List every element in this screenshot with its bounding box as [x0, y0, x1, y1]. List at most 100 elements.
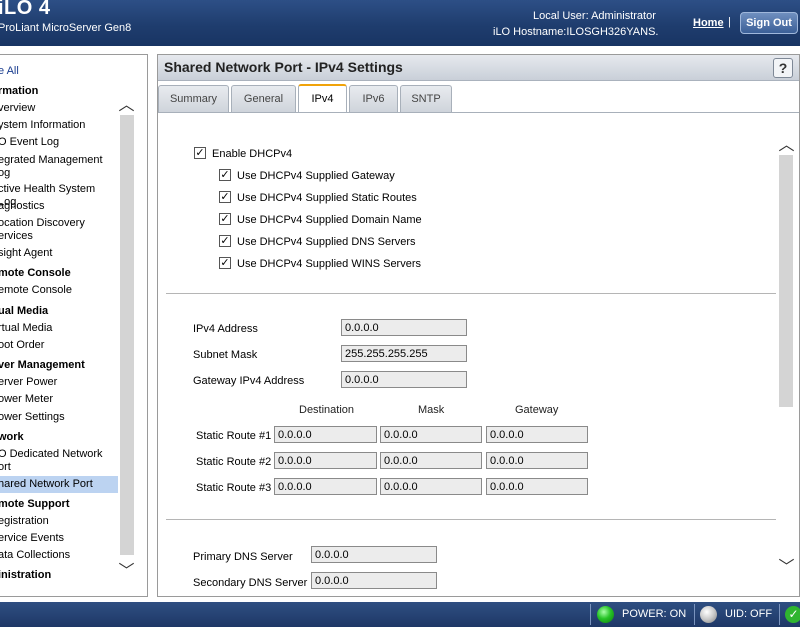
column-header-destination: Destination — [299, 404, 355, 416]
uid-status-icon[interactable] — [700, 606, 717, 623]
header-separator: | — [728, 16, 731, 28]
dhcp-domain-name-label: Use DHCPv4 Supplied Domain Name — [237, 214, 422, 226]
nav-group-power-management[interactable]: ver Management — [0, 359, 85, 371]
sidebar-item-integrated-management-log[interactable]: egrated Management og — [0, 154, 116, 180]
sidebar-item-virtual-media[interactable]: rtual Media — [0, 322, 116, 335]
static-route-3-mask[interactable] — [380, 478, 482, 495]
sign-out-button[interactable]: Sign Out — [740, 12, 798, 34]
status-divider — [779, 604, 780, 625]
gateway-address-input[interactable] — [341, 371, 467, 388]
static-route-3-destination[interactable] — [274, 478, 377, 495]
sidebar-item-diagnostics[interactable]: agnostics — [0, 200, 116, 213]
content-scrollbar[interactable]: ︿ ﹀ — [778, 125, 795, 580]
uid-status-text: UID: OFF — [725, 608, 773, 620]
nav-group-virtual-media[interactable]: ual Media — [0, 305, 48, 317]
static-route-2-destination[interactable] — [274, 452, 377, 469]
tab-bar: Summary General IPv4 IPv6 SNTP — [158, 84, 799, 113]
checkbox-dhcp-domain-name[interactable]: ✓ — [219, 213, 231, 226]
tab-ipv6[interactable]: IPv6 — [349, 85, 398, 112]
tab-general[interactable]: General — [231, 85, 296, 112]
nav-group-information[interactable]: rmation — [0, 85, 38, 97]
health-check-icon[interactable]: ✓ — [785, 606, 800, 623]
section-divider-dns — [166, 519, 776, 520]
sidebar-item-power-settings[interactable]: ower Settings — [0, 411, 116, 424]
ipv4-address-label: IPv4 Address — [193, 323, 258, 335]
navigation-sidebar: e All rmation verview ystem Information … — [0, 54, 148, 597]
sidebar-item-ilo-event-log[interactable]: O Event Log — [0, 136, 116, 149]
dhcp-static-routes-option[interactable]: ✓ Use DHCPv4 Supplied Static Routes — [219, 191, 417, 205]
static-route-1-destination[interactable] — [274, 426, 377, 443]
dhcp-wins-servers-option[interactable]: ✓ Use DHCPv4 Supplied WINS Servers — [219, 257, 421, 271]
primary-dns-input[interactable] — [311, 546, 437, 563]
scroll-up-icon[interactable]: ︿ — [118, 91, 135, 115]
static-route-3-gateway[interactable] — [486, 478, 588, 495]
sidebar-item-service-events[interactable]: ervice Events — [0, 532, 116, 545]
sidebar-item-overview[interactable]: verview — [0, 102, 116, 115]
primary-dns-label: Primary DNS Server — [193, 551, 293, 563]
status-bar: POWER: ON UID: OFF ✓ — [0, 602, 800, 627]
expand-all-link[interactable]: e All — [0, 65, 19, 77]
product-name: iLO 4 — [0, 0, 51, 19]
ipv4-form: ✓ Enable DHCPv4 ✓ Use DHCPv4 Supplied Gate… — [158, 113, 778, 596]
tab-sntp[interactable]: SNTP — [400, 85, 452, 112]
sidebar-item-power-meter[interactable]: ower Meter — [0, 393, 116, 406]
panel-titlebar: Shared Network Port - IPv4 Settings ? — [158, 55, 799, 81]
tab-ipv4[interactable]: IPv4 — [298, 84, 347, 113]
nav-group-administration[interactable]: inistration — [0, 569, 51, 581]
sidebar-scrollbar[interactable]: ︿ ﹀ — [118, 91, 135, 581]
scroll-up-icon[interactable]: ︿ — [778, 131, 795, 155]
status-divider — [590, 604, 591, 625]
static-route-1-mask[interactable] — [380, 426, 482, 443]
sidebar-item-location-discovery[interactable]: ocation Discovery ervices — [0, 217, 116, 243]
sidebar-item-ilo-dedicated-network-port[interactable]: O Dedicated Network ort — [0, 448, 116, 474]
static-route-1-gateway[interactable] — [486, 426, 588, 443]
status-divider — [694, 604, 695, 625]
ipv4-address-input[interactable] — [341, 319, 467, 336]
dhcp-domain-name-option[interactable]: ✓ Use DHCPv4 Supplied Domain Name — [219, 213, 422, 227]
checkbox-dhcp-dns-servers[interactable]: ✓ — [219, 235, 231, 248]
column-header-mask: Mask — [418, 404, 445, 416]
nav-group-remote-console[interactable]: mote Console — [0, 267, 71, 279]
header-bar: iLO 4 ProLiant MicroServer Gen8 Local Us… — [0, 0, 800, 46]
scroll-down-icon[interactable]: ﹀ — [778, 553, 795, 577]
server-model: ProLiant MicroServer Gen8 — [0, 22, 132, 34]
subnet-mask-label: Subnet Mask — [193, 349, 258, 361]
home-link[interactable]: Home — [693, 17, 724, 29]
content-scroll-thumb[interactable] — [779, 155, 793, 407]
header-gap — [0, 46, 800, 54]
sidebar-item-insight-agent[interactable]: sight Agent — [0, 247, 116, 260]
static-route-2-gateway[interactable] — [486, 452, 588, 469]
ilo-hostname: iLO Hostname:ILOSGH326YANS. — [493, 26, 659, 38]
nav-group-remote-support[interactable]: mote Support — [0, 498, 70, 510]
dhcp-gateway-label: Use DHCPv4 Supplied Gateway — [237, 170, 395, 182]
sidebar-item-server-power[interactable]: erver Power — [0, 376, 116, 389]
nav-group-network[interactable]: work — [0, 431, 24, 443]
checkbox-dhcp-gateway[interactable]: ✓ — [219, 169, 231, 182]
settings-panel: Shared Network Port - IPv4 Settings ? Su… — [157, 54, 800, 597]
sidebar-item-boot-order[interactable]: oot Order — [0, 339, 116, 352]
dhcp-gateway-option[interactable]: ✓ Use DHCPv4 Supplied Gateway — [219, 169, 395, 183]
subnet-mask-input[interactable] — [341, 345, 467, 362]
sidebar-item-shared-network-port[interactable]: hared Network Port — [0, 476, 118, 493]
static-route-2-label: Static Route #2 — [196, 456, 272, 468]
gateway-address-label: Gateway IPv4 Address — [193, 375, 305, 387]
checkbox-enable-dhcpv4[interactable]: ✓ — [194, 147, 206, 160]
checkbox-dhcp-static-routes[interactable]: ✓ — [219, 191, 231, 204]
enable-dhcpv4-option[interactable]: ✓ Enable DHCPv4 — [194, 147, 292, 161]
help-button[interactable]: ? — [773, 58, 793, 78]
checkbox-dhcp-wins-servers[interactable]: ✓ — [219, 257, 231, 270]
sidebar-item-remote-console[interactable]: emote Console — [0, 284, 116, 297]
enable-dhcpv4-label: Enable DHCPv4 — [212, 148, 293, 160]
sidebar-item-registration[interactable]: egistration — [0, 515, 116, 528]
static-route-2-mask[interactable] — [380, 452, 482, 469]
sidebar-item-system-information[interactable]: ystem Information — [0, 119, 116, 132]
secondary-dns-input[interactable] — [311, 572, 437, 589]
power-status-text: POWER: ON — [622, 608, 687, 620]
sidebar-item-data-collections[interactable]: ata Collections — [0, 549, 116, 562]
sidebar-scroll-thumb[interactable] — [120, 115, 134, 555]
dhcp-wins-servers-label: Use DHCPv4 Supplied WINS Servers — [237, 258, 422, 270]
scroll-down-icon[interactable]: ﹀ — [118, 557, 135, 581]
dhcp-static-routes-label: Use DHCPv4 Supplied Static Routes — [237, 192, 417, 204]
dhcp-dns-servers-option[interactable]: ✓ Use DHCPv4 Supplied DNS Servers — [219, 235, 416, 249]
tab-summary[interactable]: Summary — [158, 85, 229, 112]
